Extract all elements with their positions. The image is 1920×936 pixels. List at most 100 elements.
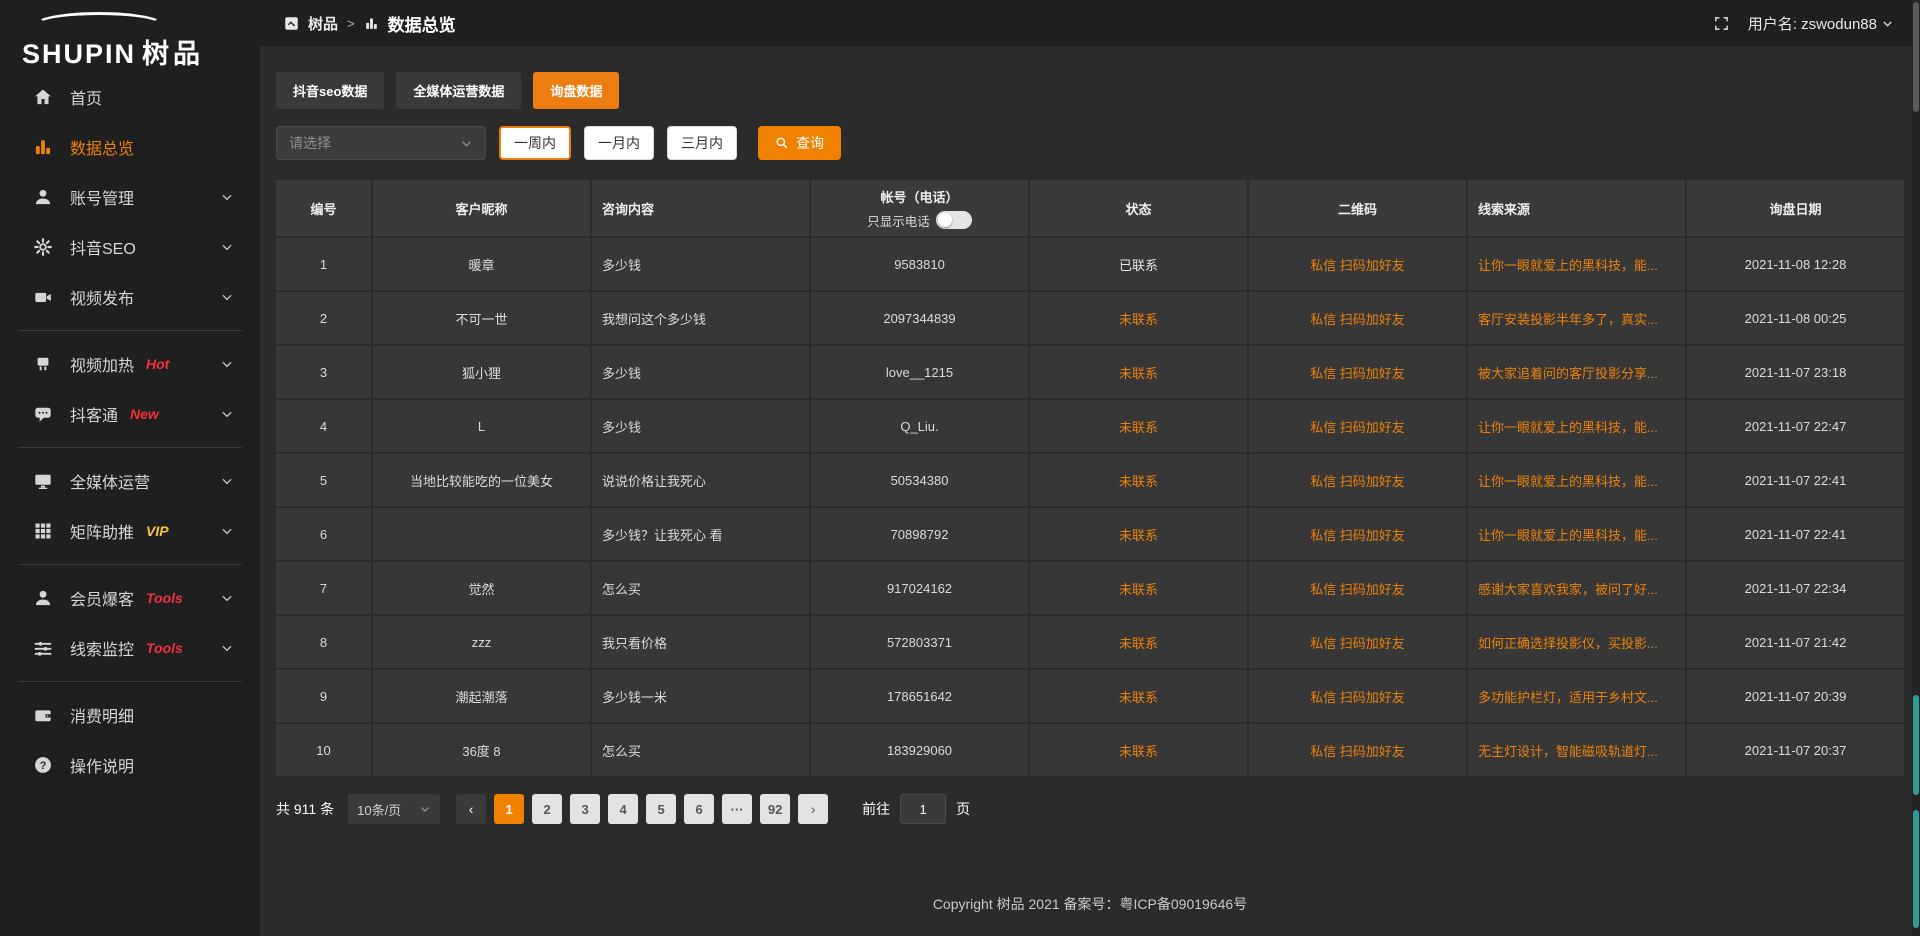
sidebar-item-video-heating[interactable]: 视频加热 Hot xyxy=(0,339,260,389)
cell-source-link[interactable]: 无主灯设计，智能磁吸轨道灯... xyxy=(1468,724,1685,776)
phone-toggle-label: 只显示电话 xyxy=(867,211,930,230)
sidebar-item-account-management[interactable]: 账号管理 xyxy=(0,172,260,222)
cell-id: 10 xyxy=(276,724,371,776)
user-icon xyxy=(32,186,54,208)
sidebar-divider xyxy=(18,447,242,448)
scrollbar-marker xyxy=(1913,810,1919,928)
sidebar-item-matrix-boost[interactable]: 矩阵助推 VIP xyxy=(0,506,260,556)
topbar-right: 用户名: zswodun88 xyxy=(1713,13,1894,34)
sidebar-item-video-publish[interactable]: 视频发布 xyxy=(0,272,260,322)
logo-arc xyxy=(34,12,164,38)
tab-omnimedia-data[interactable]: 全媒体运营数据 xyxy=(396,72,521,109)
cell-source-link[interactable]: 感谢大家喜欢我家，被问了好... xyxy=(1468,562,1685,614)
cell-nickname: 觉然 xyxy=(373,562,590,614)
cell-content: 我只看价格 xyxy=(592,616,809,668)
prev-page-button[interactable]: ‹ xyxy=(456,794,486,824)
user-menu[interactable]: 用户名: zswodun88 xyxy=(1748,13,1894,34)
fullscreen-icon[interactable] xyxy=(1713,15,1730,32)
cell-qrcode-link[interactable]: 私信 扫码加好友 xyxy=(1249,238,1466,290)
breadcrumb-root[interactable]: 树品 xyxy=(308,13,338,34)
page-button[interactable]: 2 xyxy=(532,794,562,824)
table-header-row: 编号 客户昵称 咨询内容 帐号（电话） 只显示电话 状态 二维码 线索来源 询盘… xyxy=(276,180,1904,236)
sidebar-divider xyxy=(18,564,242,565)
cell-content: 多少钱 xyxy=(592,238,809,290)
page-button[interactable]: ··· xyxy=(722,794,752,824)
cell-content: 多少钱 xyxy=(592,400,809,452)
cell-qrcode-link[interactable]: 私信 扫码加好友 xyxy=(1249,400,1466,452)
sidebar-item-home[interactable]: 首页 xyxy=(0,72,260,122)
cell-account: 178651642 xyxy=(811,670,1028,722)
cell-source-link[interactable]: 让你一眼就爱上的黑科技，能... xyxy=(1468,454,1685,506)
cell-qrcode-link[interactable]: 私信 扫码加好友 xyxy=(1249,616,1466,668)
cell-id: 4 xyxy=(276,400,371,452)
page-button[interactable]: 6 xyxy=(684,794,714,824)
cell-source-link[interactable]: 让你一眼就爱上的黑科技，能... xyxy=(1468,238,1685,290)
sidebar-item-douyin-seo[interactable]: 抖音SEO xyxy=(0,222,260,272)
table-body: 1 暖章 多少钱 9583810 已联系 私信 扫码加好友 让你一眼就爱上的黑科… xyxy=(276,238,1904,776)
table-row: 3 狐小狸 多少钱 love__1215 未联系 私信 扫码加好友 被大家追着问… xyxy=(276,346,1904,398)
sidebar-item-data-overview[interactable]: 数据总览 xyxy=(0,122,260,172)
tools-badge: Tools xyxy=(146,640,183,656)
cell-qrcode-link[interactable]: 私信 扫码加好友 xyxy=(1249,454,1466,506)
cell-id: 6 xyxy=(276,508,371,560)
cell-source-link[interactable]: 被大家追着问的客厅投影分享... xyxy=(1468,346,1685,398)
breadcrumb: 树品 > 数据总览 xyxy=(284,11,456,36)
cell-source-link[interactable]: 让你一眼就爱上的黑科技，能... xyxy=(1468,400,1685,452)
page-scrollbar[interactable] xyxy=(1912,0,1920,936)
page-button[interactable]: 3 xyxy=(570,794,600,824)
cell-date: 2021-11-07 23:18 xyxy=(1687,346,1904,398)
sidebar-item-clue-monitor[interactable]: 线索监控 Tools xyxy=(0,623,260,673)
cell-date: 2021-11-08 12:28 xyxy=(1687,238,1904,290)
period-quarter-button[interactable]: 三月内 xyxy=(667,126,737,160)
page-button[interactable]: 5 xyxy=(646,794,676,824)
cell-source-link[interactable]: 多功能护栏灯，适用于乡村文... xyxy=(1468,670,1685,722)
svg-text:?: ? xyxy=(40,760,47,772)
cell-account: 183929060 xyxy=(811,724,1028,776)
period-month-button[interactable]: 一月内 xyxy=(584,126,654,160)
cell-date: 2021-11-07 21:42 xyxy=(1687,616,1904,668)
cell-date: 2021-11-08 00:25 xyxy=(1687,292,1904,344)
filter-select[interactable]: 请选择 xyxy=(276,126,486,160)
sidebar-item-label: 账号管理 xyxy=(70,185,134,209)
page-button[interactable]: 4 xyxy=(608,794,638,824)
page-button[interactable]: 92 xyxy=(760,794,790,824)
tab-douyin-seo-data[interactable]: 抖音seo数据 xyxy=(276,72,384,109)
cell-id: 5 xyxy=(276,454,371,506)
cell-source-link[interactable]: 如何正确选择投影仪，买投影... xyxy=(1468,616,1685,668)
cell-content: 怎么买 xyxy=(592,562,809,614)
cell-account: 9583810 xyxy=(811,238,1028,290)
period-week-button[interactable]: 一周内 xyxy=(499,126,571,160)
cell-nickname: 狐小狸 xyxy=(373,346,590,398)
tab-inquiry-data[interactable]: 询盘数据 xyxy=(533,72,619,109)
chevron-down-icon xyxy=(220,591,234,605)
phone-toggle[interactable] xyxy=(936,211,972,229)
goto-page-input[interactable] xyxy=(900,794,946,824)
logo: SHUPIN树品 xyxy=(0,8,260,66)
sidebar-item-omnimedia-operation[interactable]: 全媒体运营 xyxy=(0,456,260,506)
cell-qrcode-link[interactable]: 私信 扫码加好友 xyxy=(1249,508,1466,560)
sidebar-item-instructions[interactable]: ? 操作说明 xyxy=(0,740,260,790)
cell-content: 多少钱 xyxy=(592,346,809,398)
cell-qrcode-link[interactable]: 私信 扫码加好友 xyxy=(1249,292,1466,344)
page-buttons: 1 2 3 4 5 6 ··· 92 xyxy=(494,794,790,824)
next-page-button[interactable]: › xyxy=(798,794,828,824)
cell-source-link[interactable]: 让你一眼就爱上的黑科技，能... xyxy=(1468,508,1685,560)
query-button[interactable]: 查询 xyxy=(758,126,841,160)
question-circle-icon: ? xyxy=(32,754,54,776)
page-size-select[interactable]: 10条/页 xyxy=(348,794,440,824)
cell-nickname: 潮起潮落 xyxy=(373,670,590,722)
sidebar-item-consumption-detail[interactable]: 消费明细 xyxy=(0,690,260,740)
cell-qrcode-link[interactable]: 私信 扫码加好友 xyxy=(1249,346,1466,398)
sidebar-item-douketong[interactable]: 抖客通 New xyxy=(0,389,260,439)
scrollbar-thumb[interactable] xyxy=(1913,2,1919,112)
cell-qrcode-link[interactable]: 私信 扫码加好友 xyxy=(1249,562,1466,614)
chevron-down-icon xyxy=(220,190,234,204)
cell-date: 2021-11-07 20:37 xyxy=(1687,724,1904,776)
cell-status: 未联系 xyxy=(1030,400,1247,452)
sidebar-item-member-baoke[interactable]: 会员爆客 Tools xyxy=(0,573,260,623)
page-button[interactable]: 1 xyxy=(494,794,524,824)
cell-qrcode-link[interactable]: 私信 扫码加好友 xyxy=(1249,724,1466,776)
cell-qrcode-link[interactable]: 私信 扫码加好友 xyxy=(1249,670,1466,722)
cell-source-link[interactable]: 客厅安装投影半年多了，真实... xyxy=(1468,292,1685,344)
copyright-text: Copyright 树品 2021 备案号：粤ICP备09019646号 xyxy=(933,896,1247,912)
